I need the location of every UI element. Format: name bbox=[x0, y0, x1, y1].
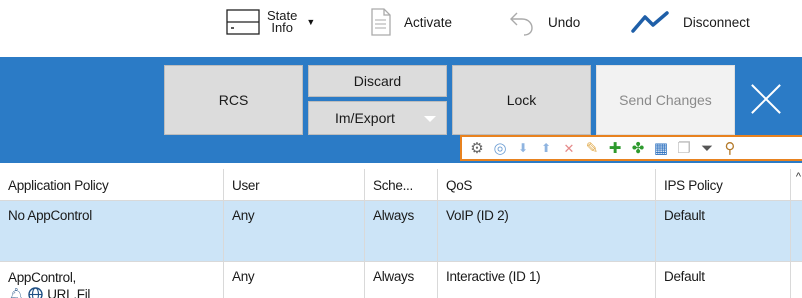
overlap-circles-icon[interactable]: ◎ bbox=[489, 138, 511, 158]
search-icon[interactable]: ⚲ bbox=[719, 138, 741, 158]
globe-icon bbox=[28, 287, 43, 298]
undo-arrow-icon bbox=[510, 12, 533, 36]
state-label-line2: Info bbox=[271, 20, 294, 35]
column-header-ips-policy[interactable]: IPS Policy bbox=[656, 169, 791, 200]
cell-ips-policy: Default bbox=[656, 201, 791, 261]
column-header-user[interactable]: User bbox=[224, 169, 365, 200]
disconnect-label: Disconnect bbox=[683, 14, 750, 30]
document-icon bbox=[371, 8, 391, 36]
add-icon[interactable]: ✚ bbox=[604, 138, 626, 158]
activate-label: Activate bbox=[404, 14, 453, 30]
im-export-label: Im/Export bbox=[335, 110, 395, 126]
add-rule-icon[interactable]: ✤ bbox=[627, 138, 649, 158]
send-changes-label: Send Changes bbox=[619, 92, 712, 108]
cell-user: Any bbox=[224, 201, 365, 261]
arrow-down-icon[interactable]: ⬇ bbox=[512, 138, 534, 158]
disconnect-button[interactable]: Disconnect bbox=[631, 0, 750, 44]
arrow-up-icon[interactable]: ⬆ bbox=[535, 138, 557, 158]
cell-ips-policy: Default bbox=[656, 262, 791, 298]
state-info-label: State Info bbox=[267, 9, 297, 35]
cell-application-policy: No AppControl bbox=[0, 201, 224, 261]
im-export-button[interactable]: Im/Export bbox=[308, 101, 447, 135]
policy-sub-label: URL.Fil bbox=[47, 287, 91, 298]
cell-application-policy: AppControl, 🔔︎ URL.Fil bbox=[0, 262, 224, 298]
undo-label: Undo bbox=[548, 14, 581, 30]
pencil-icon[interactable]: ✎ bbox=[581, 138, 603, 158]
rule-icon-toolbar: ⚙ ◎ ⬇ ⬆ ✕ ✎ ✚ ✤ ▦ ❐ ⏷ ⚲ bbox=[460, 135, 802, 161]
column-header-application-policy[interactable]: Application Policy bbox=[0, 169, 224, 200]
discard-button[interactable]: Discard bbox=[308, 65, 447, 97]
lock-button[interactable]: Lock bbox=[452, 65, 591, 135]
state-info-button[interactable]: State Info ▼ bbox=[225, 0, 315, 44]
send-changes-button[interactable]: Send Changes bbox=[596, 65, 735, 135]
policy-sub-line: 🔔︎ URL.Fil bbox=[8, 286, 223, 298]
top-toolbar: State Info ▼ Activate Undo Disconnect bbox=[0, 0, 802, 44]
connection-line-icon bbox=[631, 11, 669, 33]
delete-icon[interactable]: ✕ bbox=[558, 138, 580, 158]
policy-name: AppControl, bbox=[8, 270, 76, 285]
cell-qos: Interactive (ID 1) bbox=[438, 262, 656, 298]
bell-icon: 🔔︎ bbox=[8, 287, 25, 298]
rcs-label: RCS bbox=[218, 92, 249, 108]
chevron-down-icon[interactable]: ▼ bbox=[306, 17, 315, 27]
table-row[interactable]: AppControl, 🔔︎ URL.Fil Any Always Intera… bbox=[0, 261, 802, 298]
discard-label: Discard bbox=[353, 73, 402, 89]
grid-add-icon[interactable]: ▦ bbox=[650, 138, 672, 158]
activate-button[interactable]: Activate bbox=[370, 0, 452, 44]
close-icon[interactable] bbox=[748, 81, 784, 117]
column-header-schedule[interactable]: Sche... bbox=[365, 169, 438, 200]
server-icon bbox=[226, 9, 260, 35]
chevron-down-icon[interactable] bbox=[424, 116, 436, 122]
cell-schedule: Always bbox=[365, 201, 438, 261]
column-header-qos[interactable]: QoS bbox=[438, 169, 656, 200]
lock-label: Lock bbox=[506, 92, 537, 108]
rcs-button[interactable]: RCS bbox=[164, 65, 303, 135]
table-row[interactable]: No AppControl Any Always VoIP (ID 2) Def… bbox=[0, 201, 802, 261]
scroll-up-icon[interactable]: ^ bbox=[796, 171, 801, 183]
table-header: Application Policy User Sche... QoS IPS … bbox=[0, 169, 802, 201]
undo-button[interactable]: Undo bbox=[508, 0, 580, 44]
copy-icon[interactable]: ❐ bbox=[673, 138, 695, 158]
cell-user: Any bbox=[224, 262, 365, 298]
cell-schedule: Always bbox=[365, 262, 438, 298]
gear-icon[interactable]: ⚙ bbox=[466, 138, 488, 158]
cell-qos: VoIP (ID 2) bbox=[438, 201, 656, 261]
filter-icon[interactable]: ⏷ bbox=[696, 138, 718, 158]
